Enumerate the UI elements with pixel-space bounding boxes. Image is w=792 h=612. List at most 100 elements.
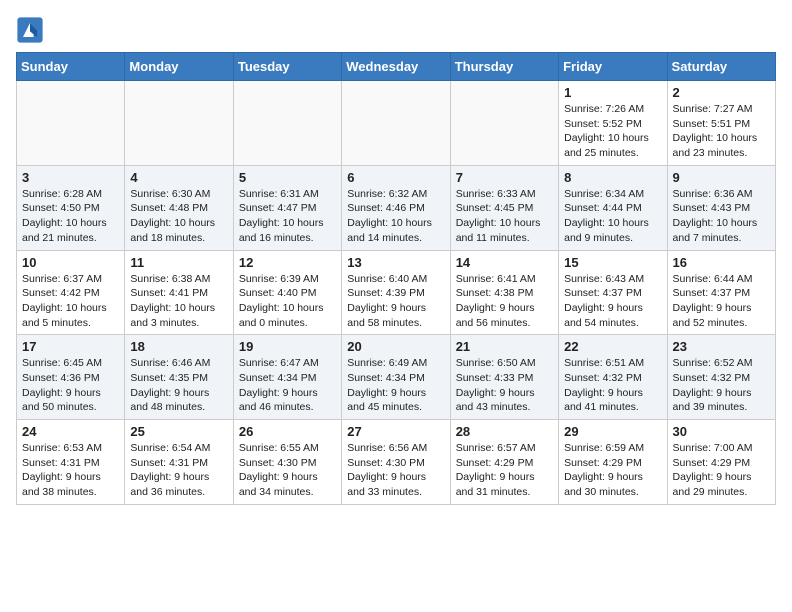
calendar-cell bbox=[125, 81, 233, 166]
calendar-week-5: 24 Sunrise: 6:53 AM Sunset: 4:31 PM Dayli… bbox=[17, 420, 776, 505]
calendar-cell: 11 Sunrise: 6:38 AM Sunset: 4:41 PM Dayli… bbox=[125, 250, 233, 335]
day-number: 24 bbox=[22, 424, 119, 439]
day-number: 29 bbox=[564, 424, 661, 439]
day-number: 5 bbox=[239, 170, 336, 185]
calendar-cell: 21Sunrise: 6:50 AM Sunset: 4:33 PM Dayli… bbox=[450, 335, 558, 420]
logo bbox=[16, 16, 48, 44]
calendar-cell: 13 Sunrise: 6:40 AM Sunset: 4:39 PM Dayli… bbox=[342, 250, 450, 335]
calendar-cell: 24 Sunrise: 6:53 AM Sunset: 4:31 PM Dayli… bbox=[17, 420, 125, 505]
calendar-cell: 20 Sunrise: 6:49 AM Sunset: 4:34 PM Dayli… bbox=[342, 335, 450, 420]
calendar-table: SundayMondayTuesdayWednesdayThursdayFrid… bbox=[16, 52, 776, 505]
calendar-cell: 18Sunrise: 6:46 AM Sunset: 4:35 PM Dayli… bbox=[125, 335, 233, 420]
day-info: Sunrise: 7:27 AM Sunset: 5:51 PM Dayligh… bbox=[673, 102, 770, 161]
day-info: Sunrise: 7:00 AM Sunset: 4:29 PM Dayligh… bbox=[673, 441, 770, 500]
day-number: 2 bbox=[673, 85, 770, 100]
calendar-cell: 16Sunrise: 6:44 AM Sunset: 4:37 PM Dayli… bbox=[667, 250, 775, 335]
day-info: Sunrise: 6:31 AM Sunset: 4:47 PM Dayligh… bbox=[239, 187, 336, 246]
day-number: 27 bbox=[347, 424, 444, 439]
day-info: Sunrise: 6:53 AM Sunset: 4:31 PM Dayligh… bbox=[22, 441, 119, 500]
calendar-cell: 25Sunrise: 6:54 AM Sunset: 4:31 PM Dayli… bbox=[125, 420, 233, 505]
weekday-header-monday: Monday bbox=[125, 53, 233, 81]
calendar-cell: 22 Sunrise: 6:51 AM Sunset: 4:32 PM Dayli… bbox=[559, 335, 667, 420]
day-info: Sunrise: 6:59 AM Sunset: 4:29 PM Dayligh… bbox=[564, 441, 661, 500]
calendar-cell: 29 Sunrise: 6:59 AM Sunset: 4:29 PM Dayli… bbox=[559, 420, 667, 505]
day-number: 22 bbox=[564, 339, 661, 354]
day-info: Sunrise: 6:51 AM Sunset: 4:32 PM Dayligh… bbox=[564, 356, 661, 415]
calendar-week-4: 17 Sunrise: 6:45 AM Sunset: 4:36 PM Dayli… bbox=[17, 335, 776, 420]
logo-icon bbox=[16, 16, 44, 44]
day-info: Sunrise: 6:47 AM Sunset: 4:34 PM Dayligh… bbox=[239, 356, 336, 415]
weekday-header-tuesday: Tuesday bbox=[233, 53, 341, 81]
day-info: Sunrise: 6:38 AM Sunset: 4:41 PM Dayligh… bbox=[130, 272, 227, 331]
calendar-cell bbox=[450, 81, 558, 166]
day-number: 11 bbox=[130, 255, 227, 270]
calendar-cell: 2 Sunrise: 7:27 AM Sunset: 5:51 PM Daylig… bbox=[667, 81, 775, 166]
day-number: 26 bbox=[239, 424, 336, 439]
day-number: 20 bbox=[347, 339, 444, 354]
calendar-week-2: 3 Sunrise: 6:28 AM Sunset: 4:50 PM Daylig… bbox=[17, 165, 776, 250]
calendar-cell: 1Sunrise: 7:26 AM Sunset: 5:52 PM Daylig… bbox=[559, 81, 667, 166]
day-info: Sunrise: 6:33 AM Sunset: 4:45 PM Dayligh… bbox=[456, 187, 553, 246]
calendar-cell: 26 Sunrise: 6:55 AM Sunset: 4:30 PM Dayli… bbox=[233, 420, 341, 505]
calendar-cell: 3 Sunrise: 6:28 AM Sunset: 4:50 PM Daylig… bbox=[17, 165, 125, 250]
day-info: Sunrise: 7:26 AM Sunset: 5:52 PM Dayligh… bbox=[564, 102, 661, 161]
calendar-cell: 9 Sunrise: 6:36 AM Sunset: 4:43 PM Daylig… bbox=[667, 165, 775, 250]
day-info: Sunrise: 6:41 AM Sunset: 4:38 PM Dayligh… bbox=[456, 272, 553, 331]
day-info: Sunrise: 6:57 AM Sunset: 4:29 PM Dayligh… bbox=[456, 441, 553, 500]
calendar-cell: 14 Sunrise: 6:41 AM Sunset: 4:38 PM Dayli… bbox=[450, 250, 558, 335]
day-info: Sunrise: 6:34 AM Sunset: 4:44 PM Dayligh… bbox=[564, 187, 661, 246]
day-info: Sunrise: 6:50 AM Sunset: 4:33 PM Dayligh… bbox=[456, 356, 553, 415]
calendar-cell: 10Sunrise: 6:37 AM Sunset: 4:42 PM Dayli… bbox=[17, 250, 125, 335]
weekday-header-friday: Friday bbox=[559, 53, 667, 81]
day-info: Sunrise: 6:49 AM Sunset: 4:34 PM Dayligh… bbox=[347, 356, 444, 415]
day-info: Sunrise: 6:40 AM Sunset: 4:39 PM Dayligh… bbox=[347, 272, 444, 331]
weekday-header-wednesday: Wednesday bbox=[342, 53, 450, 81]
day-number: 4 bbox=[130, 170, 227, 185]
calendar-body: 1Sunrise: 7:26 AM Sunset: 5:52 PM Daylig… bbox=[17, 81, 776, 505]
day-number: 16 bbox=[673, 255, 770, 270]
day-number: 12 bbox=[239, 255, 336, 270]
day-info: Sunrise: 6:30 AM Sunset: 4:48 PM Dayligh… bbox=[130, 187, 227, 246]
calendar-cell: 4 Sunrise: 6:30 AM Sunset: 4:48 PM Daylig… bbox=[125, 165, 233, 250]
day-number: 17 bbox=[22, 339, 119, 354]
day-number: 7 bbox=[456, 170, 553, 185]
day-number: 3 bbox=[22, 170, 119, 185]
calendar-cell: 23 Sunrise: 6:52 AM Sunset: 4:32 PM Dayli… bbox=[667, 335, 775, 420]
day-number: 30 bbox=[673, 424, 770, 439]
day-info: Sunrise: 6:39 AM Sunset: 4:40 PM Dayligh… bbox=[239, 272, 336, 331]
calendar-cell: 19 Sunrise: 6:47 AM Sunset: 4:34 PM Dayli… bbox=[233, 335, 341, 420]
calendar-cell: 12 Sunrise: 6:39 AM Sunset: 4:40 PM Dayli… bbox=[233, 250, 341, 335]
day-info: Sunrise: 6:55 AM Sunset: 4:30 PM Dayligh… bbox=[239, 441, 336, 500]
day-number: 9 bbox=[673, 170, 770, 185]
calendar-header-row: SundayMondayTuesdayWednesdayThursdayFrid… bbox=[17, 53, 776, 81]
day-number: 15 bbox=[564, 255, 661, 270]
day-info: Sunrise: 6:36 AM Sunset: 4:43 PM Dayligh… bbox=[673, 187, 770, 246]
calendar-cell: 6 Sunrise: 6:32 AM Sunset: 4:46 PM Daylig… bbox=[342, 165, 450, 250]
calendar-cell: 27 Sunrise: 6:56 AM Sunset: 4:30 PM Dayli… bbox=[342, 420, 450, 505]
day-number: 6 bbox=[347, 170, 444, 185]
calendar-cell: 17 Sunrise: 6:45 AM Sunset: 4:36 PM Dayli… bbox=[17, 335, 125, 420]
calendar-cell bbox=[17, 81, 125, 166]
day-number: 25 bbox=[130, 424, 227, 439]
day-info: Sunrise: 6:37 AM Sunset: 4:42 PM Dayligh… bbox=[22, 272, 119, 331]
calendar-cell: 28Sunrise: 6:57 AM Sunset: 4:29 PM Dayli… bbox=[450, 420, 558, 505]
day-number: 13 bbox=[347, 255, 444, 270]
day-info: Sunrise: 6:56 AM Sunset: 4:30 PM Dayligh… bbox=[347, 441, 444, 500]
day-number: 14 bbox=[456, 255, 553, 270]
day-info: Sunrise: 6:45 AM Sunset: 4:36 PM Dayligh… bbox=[22, 356, 119, 415]
weekday-header-sunday: Sunday bbox=[17, 53, 125, 81]
day-number: 23 bbox=[673, 339, 770, 354]
day-info: Sunrise: 6:32 AM Sunset: 4:46 PM Dayligh… bbox=[347, 187, 444, 246]
weekday-header-saturday: Saturday bbox=[667, 53, 775, 81]
page-header bbox=[16, 16, 776, 44]
calendar-cell bbox=[342, 81, 450, 166]
day-number: 19 bbox=[239, 339, 336, 354]
calendar-cell: 5 Sunrise: 6:31 AM Sunset: 4:47 PM Daylig… bbox=[233, 165, 341, 250]
calendar-week-3: 10Sunrise: 6:37 AM Sunset: 4:42 PM Dayli… bbox=[17, 250, 776, 335]
calendar-cell: 15Sunrise: 6:43 AM Sunset: 4:37 PM Dayli… bbox=[559, 250, 667, 335]
day-info: Sunrise: 6:52 AM Sunset: 4:32 PM Dayligh… bbox=[673, 356, 770, 415]
calendar-cell: 30 Sunrise: 7:00 AM Sunset: 4:29 PM Dayli… bbox=[667, 420, 775, 505]
day-info: Sunrise: 6:28 AM Sunset: 4:50 PM Dayligh… bbox=[22, 187, 119, 246]
day-number: 18 bbox=[130, 339, 227, 354]
calendar-week-1: 1Sunrise: 7:26 AM Sunset: 5:52 PM Daylig… bbox=[17, 81, 776, 166]
